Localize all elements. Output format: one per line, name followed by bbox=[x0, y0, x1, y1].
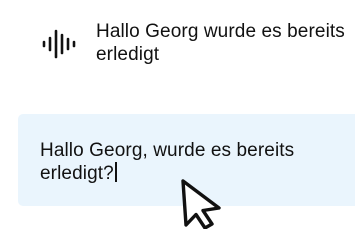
voice-transcript-row: Hallo Georg wurde es bereits erledigt bbox=[40, 20, 345, 68]
transcript-text: Hallo Georg wurde es bereits erledigt bbox=[96, 21, 345, 65]
voice-waveform-icon bbox=[42, 29, 76, 59]
text-input-value: Hallo Georg, wurde es bereits erledigt? bbox=[40, 140, 295, 184]
text-caret bbox=[114, 162, 117, 182]
mouse-pointer-icon bbox=[181, 179, 221, 229]
